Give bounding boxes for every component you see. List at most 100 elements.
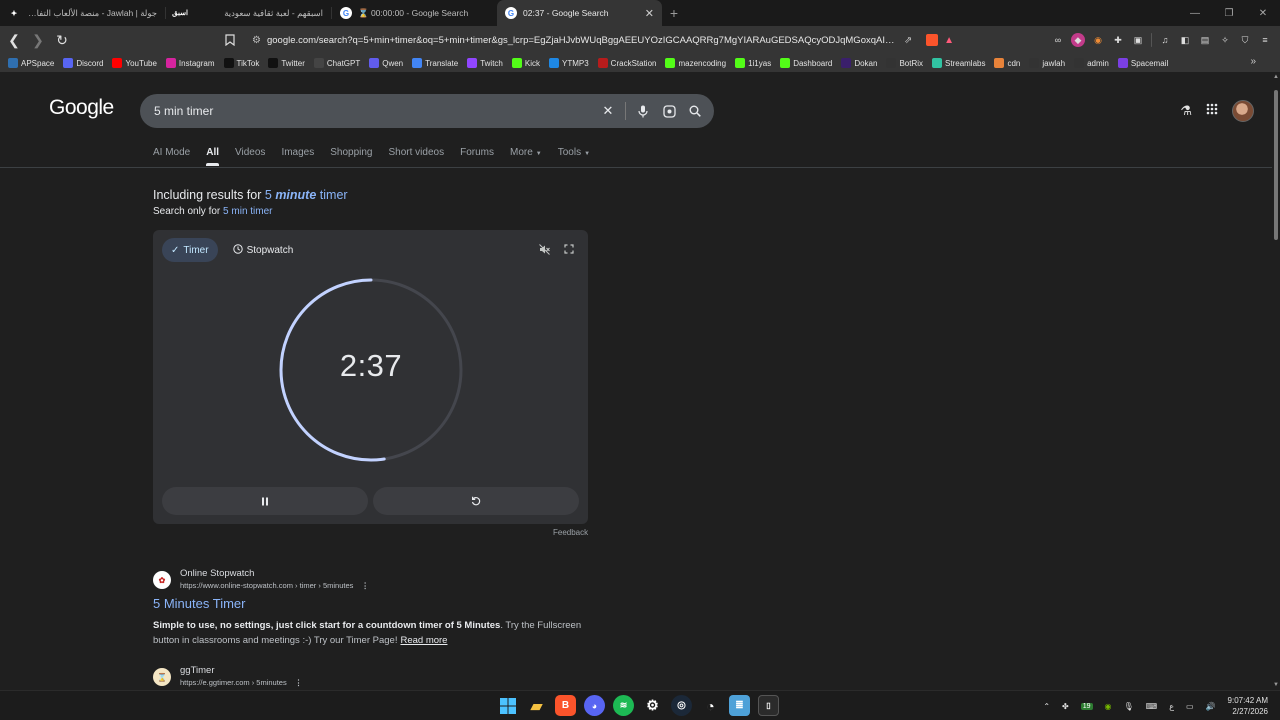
discord-icon[interactable]: ◕ bbox=[584, 695, 605, 716]
bookmark-chatgpt[interactable]: ChatGPT bbox=[313, 58, 360, 68]
bookmark-crackstation[interactable]: CrackStation bbox=[597, 58, 656, 68]
page-scrollbar[interactable]: ▲ ▼ bbox=[1272, 72, 1280, 690]
bookmark-dashboard[interactable]: Dashboard bbox=[780, 58, 832, 68]
bookmark-kick[interactable]: Kick bbox=[511, 58, 540, 68]
more-options-icon[interactable]: ⋮ bbox=[295, 678, 303, 687]
result-url[interactable]: https://www.online-stopwatch.com › timer… bbox=[180, 581, 369, 590]
pause-button[interactable] bbox=[162, 487, 368, 515]
taskbar-clock[interactable]: 9:07:42 AM 2/27/2026 bbox=[1228, 695, 1268, 717]
slack-icon[interactable]: ✤ bbox=[1062, 702, 1069, 711]
clear-search-icon[interactable]: ✕ bbox=[595, 98, 621, 124]
tab-shopping[interactable]: Shopping bbox=[330, 147, 372, 164]
stopwatch-mode-button[interactable]: Stopwatch bbox=[224, 238, 303, 262]
media-icon[interactable]: ♫ bbox=[1158, 33, 1172, 47]
reload-icon[interactable]: ↻ bbox=[52, 30, 72, 50]
address-bar[interactable]: ⚙ google.com/search?q=5+min+timer&oq=5+m… bbox=[246, 29, 960, 51]
menu-icon[interactable]: ≡ bbox=[1258, 33, 1272, 47]
including-query-link[interactable]: 5 minute timer bbox=[265, 188, 348, 202]
nvidia-icon[interactable]: ◉ bbox=[1105, 702, 1112, 711]
bookmark-instagram[interactable]: Instagram bbox=[165, 58, 215, 68]
result-title-link[interactable]: 5 Minutes Timer bbox=[153, 596, 245, 611]
bookmark-mazencoding[interactable]: mazencoding bbox=[665, 58, 726, 68]
tab-more[interactable]: More ▼ bbox=[510, 147, 542, 164]
browser-tab-google-timer[interactable]: G 02:37 - Google Search ✕ bbox=[497, 0, 662, 26]
steelseries-icon[interactable]: ⚙ bbox=[642, 695, 663, 716]
apps-grid-icon[interactable] bbox=[1206, 102, 1218, 120]
browser-tab-asbaqhum[interactable]: اسبق اسبقهم - لعبة ثقافية سعودية bbox=[166, 0, 331, 26]
brave-rewards-icon[interactable]: ▲ bbox=[944, 35, 954, 46]
screenshot-extension-icon[interactable]: ▣ bbox=[1131, 33, 1145, 47]
bookmark-streamlabs[interactable]: Streamlabs bbox=[932, 58, 985, 68]
labs-flask-icon[interactable]: ⚗ bbox=[1180, 103, 1192, 119]
read-more-link[interactable]: Read more bbox=[400, 635, 447, 646]
bookmark-youtube[interactable]: YouTube bbox=[112, 58, 157, 68]
bookmark-ytmp3[interactable]: YTMP3 bbox=[549, 58, 589, 68]
scroll-down-icon[interactable]: ▼ bbox=[1273, 682, 1279, 688]
tab-tools[interactable]: Tools ▼ bbox=[558, 147, 590, 164]
back-icon[interactable]: ❮ bbox=[4, 30, 24, 50]
result-site-name[interactable]: Online Stopwatch bbox=[180, 568, 254, 579]
notepad-icon[interactable]: ≣ bbox=[729, 695, 750, 716]
bookmark-qwen[interactable]: Qwen bbox=[369, 58, 403, 68]
volume-icon[interactable]: 🔊 bbox=[1206, 702, 1216, 711]
browser-tab-jawlah[interactable]: ✦ جولة | Jawlah - منصة الألعاب التفاعلية bbox=[0, 0, 165, 26]
tab-all[interactable]: All bbox=[206, 147, 219, 166]
minimize-icon[interactable]: — bbox=[1178, 0, 1212, 26]
mute-icon[interactable] bbox=[539, 244, 550, 258]
fullscreen-icon[interactable] bbox=[564, 244, 574, 258]
new-tab-button[interactable]: + bbox=[662, 0, 686, 26]
glasses-extension-icon[interactable]: ∞ bbox=[1051, 33, 1065, 47]
tab-ai-mode[interactable]: AI Mode bbox=[153, 147, 190, 164]
feedback-link[interactable]: Feedback bbox=[553, 528, 588, 537]
leo-ai-icon[interactable]: ✧ bbox=[1218, 33, 1232, 47]
bookmark-twitch[interactable]: Twitch bbox=[467, 58, 503, 68]
language-indicator[interactable]: ع bbox=[1169, 702, 1174, 711]
more-options-icon[interactable]: ⋮ bbox=[361, 581, 369, 590]
bookmark-1i1yas[interactable]: 1i1yas bbox=[735, 58, 771, 68]
bookmark-jawlah[interactable]: jawlah bbox=[1029, 58, 1065, 68]
microphone-icon[interactable]: 🎙 bbox=[1124, 702, 1134, 711]
bookmark-tiktok[interactable]: TikTok bbox=[223, 58, 259, 68]
search-input[interactable] bbox=[154, 104, 595, 118]
spotify-icon[interactable]: ≋ bbox=[613, 695, 634, 716]
timer-mode-button[interactable]: ✓ Timer bbox=[162, 238, 218, 262]
search-only-link[interactable]: 5 min timer bbox=[223, 206, 272, 217]
scroll-up-icon[interactable]: ▲ bbox=[1273, 74, 1279, 80]
brave-shield-icon[interactable] bbox=[926, 34, 939, 46]
result-url[interactable]: https://e.ggtimer.com › 5minutes ⋮ bbox=[180, 678, 302, 687]
tray-badge[interactable]: 19 bbox=[1080, 702, 1093, 710]
bookmark-spacemail[interactable]: Spacemail bbox=[1117, 58, 1168, 68]
bookmark-icon[interactable] bbox=[220, 30, 240, 50]
tab-short-videos[interactable]: Short videos bbox=[389, 147, 445, 164]
avatar[interactable] bbox=[1232, 100, 1254, 122]
tab-videos[interactable]: Videos bbox=[235, 147, 265, 164]
bookmark-cdn[interactable]: cdn bbox=[994, 58, 1020, 68]
close-tab-icon[interactable]: ✕ bbox=[645, 7, 654, 20]
search-icon[interactable] bbox=[682, 98, 708, 124]
reset-button[interactable] bbox=[373, 487, 579, 515]
share-icon[interactable]: ⇗ bbox=[904, 35, 912, 46]
forward-icon[interactable]: ❯ bbox=[28, 30, 48, 50]
voice-search-icon[interactable] bbox=[630, 98, 656, 124]
tab-images[interactable]: Images bbox=[281, 147, 314, 164]
start-windows-icon[interactable] bbox=[497, 695, 518, 716]
network-icon[interactable]: ▭ bbox=[1186, 702, 1194, 711]
orange-extension-icon[interactable]: ◉ bbox=[1091, 33, 1105, 47]
google-logo[interactable]: Google bbox=[49, 96, 114, 120]
browser-tab-google-stopwatch[interactable]: G ⌛ 00:00:00 - Google Search bbox=[332, 0, 497, 26]
bookmark-apspace[interactable]: APSpace bbox=[8, 58, 54, 68]
terminal-icon[interactable]: ▯ bbox=[758, 695, 779, 716]
maximize-icon[interactable]: ❐ bbox=[1212, 0, 1246, 26]
bookmark-dokan[interactable]: Dokan bbox=[841, 58, 877, 68]
close-window-icon[interactable]: ✕ bbox=[1246, 0, 1280, 26]
bookmarks-overflow-icon[interactable]: » bbox=[1250, 56, 1256, 67]
file-explorer-icon[interactable]: ▰ bbox=[526, 695, 547, 716]
wallet-icon[interactable]: ▤ bbox=[1198, 33, 1212, 47]
site-info-icon[interactable]: ⚙ bbox=[252, 35, 261, 46]
clock-app-icon[interactable]: ◔ bbox=[700, 695, 721, 716]
tab-forums[interactable]: Forums bbox=[460, 147, 494, 164]
scrollbar-thumb[interactable] bbox=[1274, 90, 1278, 240]
shield-extension-icon[interactable]: ◆ bbox=[1071, 33, 1085, 47]
brave-browser-icon[interactable]: B bbox=[555, 695, 576, 716]
steam-icon[interactable]: ◎ bbox=[671, 695, 692, 716]
